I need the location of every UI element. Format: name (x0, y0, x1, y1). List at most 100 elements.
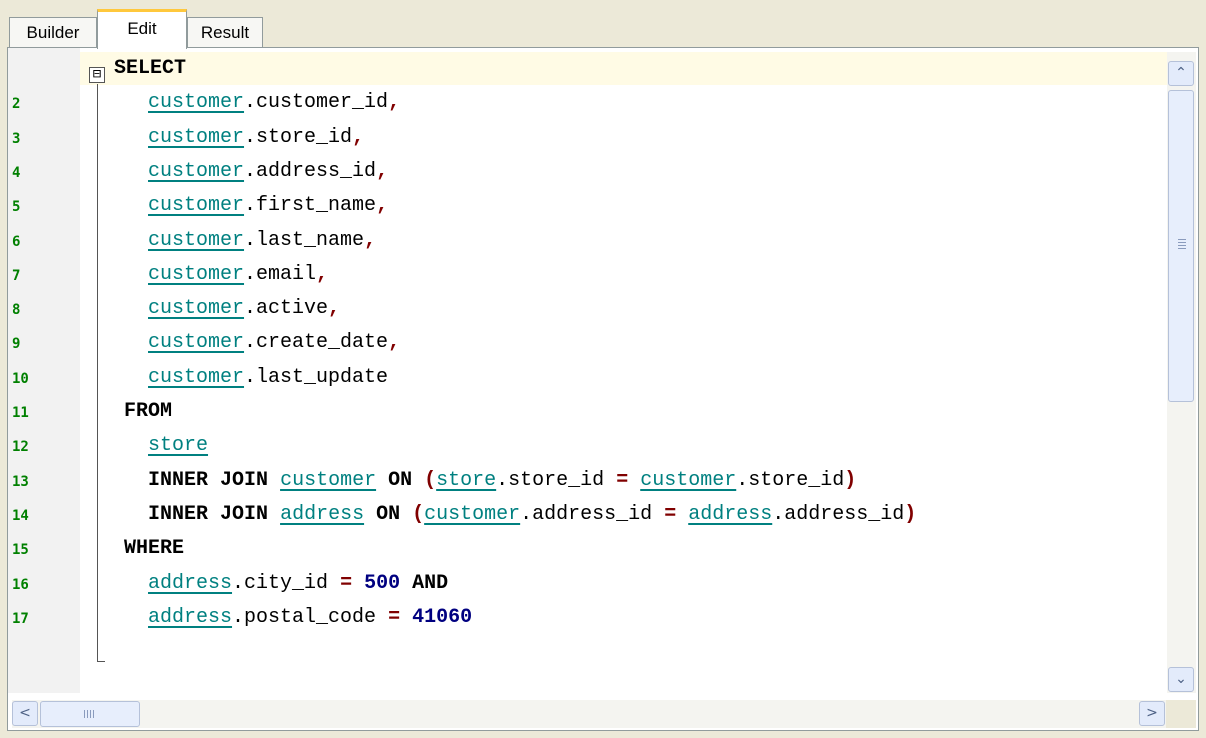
fold-collapse-icon[interactable]: ⊟ (89, 67, 105, 83)
sql-keyword: ON (388, 468, 413, 492)
code-line: WHERE (124, 532, 184, 566)
code-text: .create_date (244, 331, 389, 355)
sql-keyword: INNER JOIN (148, 502, 269, 526)
code-line: address.postal_code = 41060 (124, 601, 472, 635)
operator: = (616, 468, 629, 492)
scroll-up-icon[interactable]: ⌃ (1168, 61, 1194, 86)
line-number: 17 (12, 610, 29, 627)
sql-keyword: ON (376, 502, 401, 526)
code-text: .store_id (496, 468, 617, 492)
operator: , (388, 91, 401, 115)
table-reference[interactable]: store (148, 434, 208, 457)
code-line: customer.address_id, (124, 155, 388, 189)
code-text: .email (244, 262, 317, 286)
line-number: 3 (12, 130, 21, 147)
code-line: customer.store_id, (124, 121, 364, 155)
line-number: 6 (12, 233, 21, 250)
table-reference[interactable]: customer (148, 366, 244, 389)
operator: ) (904, 502, 917, 526)
operator: = (664, 502, 677, 526)
line-number: 10 (12, 370, 29, 387)
table-reference[interactable]: customer (148, 91, 244, 114)
sql-keyword: INNER JOIN (148, 468, 269, 492)
tab-edit[interactable]: Edit (97, 9, 187, 49)
line-number: 16 (12, 576, 29, 593)
code-text: .store_id (244, 125, 353, 149)
table-reference[interactable]: customer (148, 160, 244, 183)
code-line: customer.last_name, (124, 224, 376, 258)
operator: , (376, 159, 389, 183)
code-line: customer.create_date, (124, 326, 400, 360)
table-reference[interactable]: customer (148, 263, 244, 286)
numeric-literal: 41060 (412, 605, 473, 629)
code-text: .last_name (244, 228, 365, 252)
fold-guide-end (97, 661, 105, 662)
sql-keyword: AND (412, 571, 449, 595)
scroll-right-icon[interactable]: > (1139, 701, 1165, 726)
horizontal-scrollbar[interactable]: < > (12, 700, 1166, 728)
code-text: .last_update (244, 365, 389, 389)
code-text: .first_name (244, 194, 377, 218)
table-reference[interactable]: customer (148, 126, 244, 149)
table-reference[interactable]: customer (148, 331, 244, 354)
vertical-scroll-thumb[interactable] (1168, 90, 1194, 402)
table-reference[interactable]: address (148, 572, 232, 595)
code-text: .customer_id (244, 91, 389, 115)
operator: , (316, 262, 329, 286)
line-number: 9 (12, 336, 21, 353)
horizontal-scroll-thumb[interactable] (40, 701, 140, 727)
code-line: address.city_id = 500 AND (124, 567, 448, 601)
table-reference[interactable]: customer (424, 503, 520, 526)
code-line: INNER JOIN address ON (customer.address_… (124, 498, 916, 532)
operator: ( (412, 502, 425, 526)
table-reference[interactable]: address (148, 606, 232, 629)
table-reference[interactable]: store (436, 469, 496, 492)
table-reference[interactable]: address (688, 503, 772, 526)
table-reference[interactable]: customer (148, 229, 244, 252)
operator: , (328, 297, 341, 321)
tab-builder[interactable]: Builder (9, 17, 97, 47)
current-line-highlight (80, 52, 1167, 85)
vertical-scrollbar[interactable]: ⌃ ⌄ (1167, 52, 1196, 693)
code-line: customer.first_name, (124, 189, 388, 223)
code-text: .active (244, 297, 329, 321)
table-reference[interactable]: customer (148, 194, 244, 217)
line-number: 8 (12, 302, 21, 319)
code-line: INNER JOIN customer ON (store.store_id =… (124, 464, 856, 498)
table-reference[interactable]: customer (148, 297, 244, 320)
line-number: 4 (12, 164, 21, 181)
scroll-down-icon[interactable]: ⌄ (1168, 667, 1194, 692)
code-line: customer.customer_id, (124, 86, 400, 120)
line-number: 5 (12, 199, 21, 216)
line-number: 14 (12, 507, 29, 524)
code-line: SELECT (114, 52, 186, 86)
scroll-left-icon[interactable]: < (12, 701, 38, 726)
sql-editor[interactable]: 2 3 4 5 6 7 8 9 10 11 12 13 14 15 16 17 ⊟ SELECT custom… (7, 47, 1199, 731)
line-number: 11 (12, 405, 29, 421)
operator: , (364, 228, 377, 252)
code-text: .store_id (736, 468, 845, 492)
sql-keyword: FROM (124, 400, 173, 423)
operator: , (376, 194, 389, 218)
table-reference[interactable]: customer (280, 469, 376, 492)
table-reference[interactable]: address (280, 503, 364, 526)
tab-bar: Builder Edit Result (0, 0, 1206, 49)
table-reference[interactable]: customer (640, 469, 736, 492)
numeric-literal: 500 (364, 571, 401, 595)
tab-result[interactable]: Result (187, 17, 263, 47)
line-number: 7 (12, 267, 21, 284)
